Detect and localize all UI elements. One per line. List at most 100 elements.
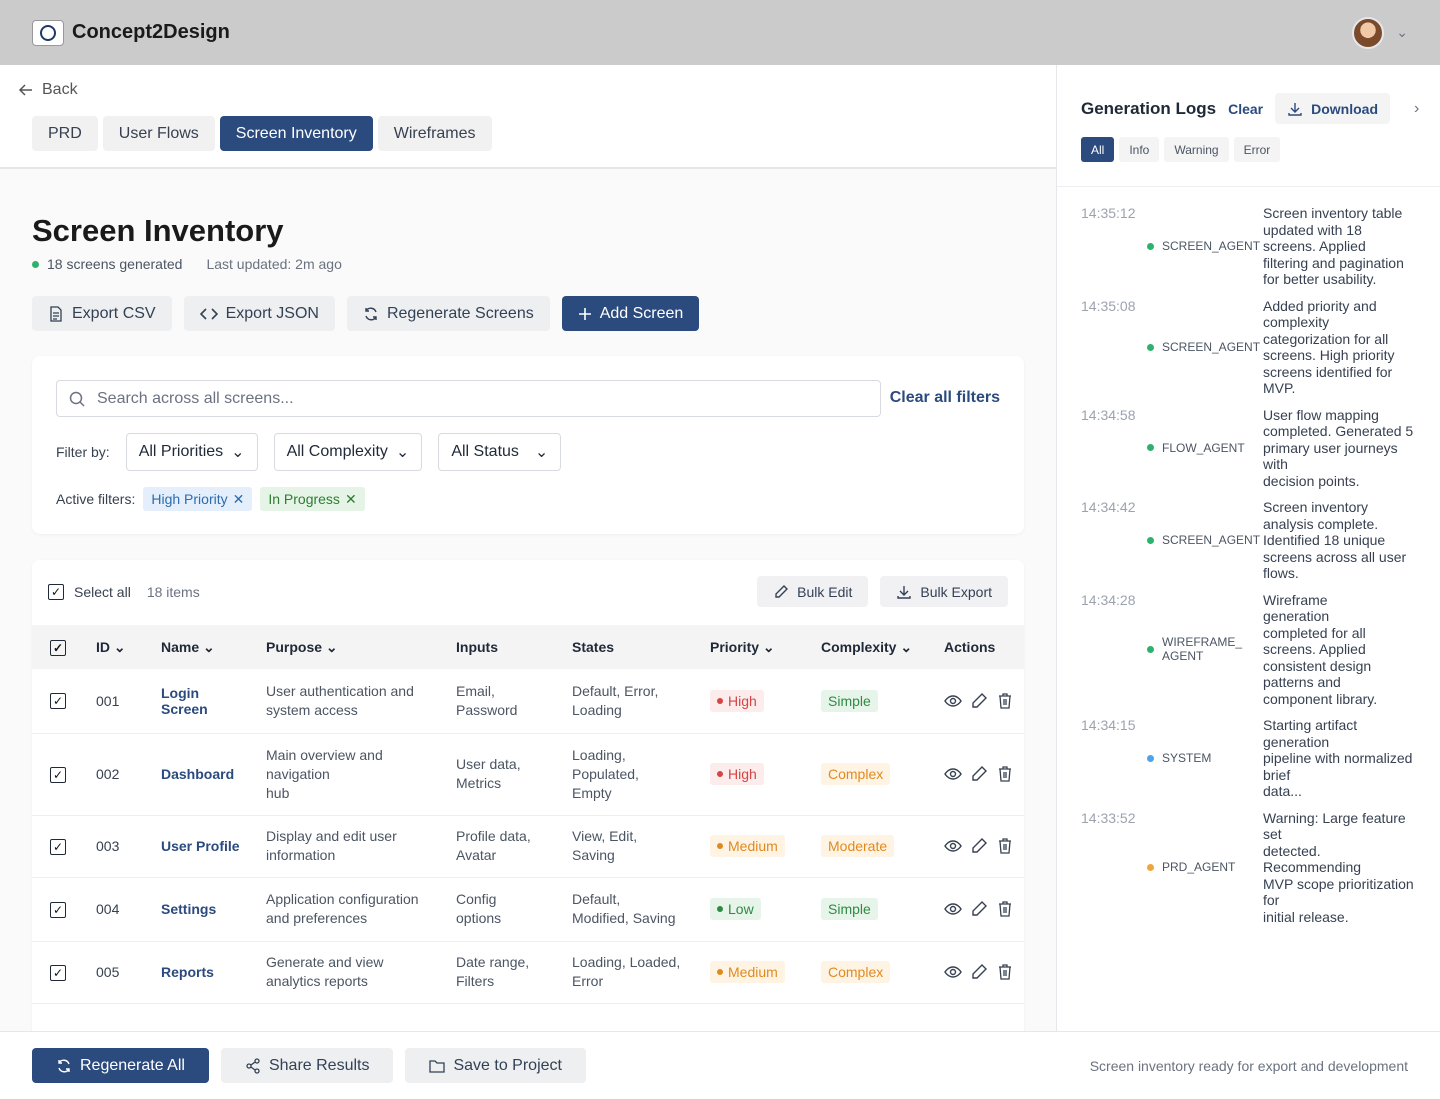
save-to-project-button[interactable]: Save to Project xyxy=(405,1048,586,1083)
chevron-right-icon[interactable]: › xyxy=(1414,100,1419,118)
tab-prd[interactable]: PRD xyxy=(32,116,98,151)
row-name-link[interactable]: Settings xyxy=(153,877,258,942)
tab-wireframes[interactable]: Wireframes xyxy=(377,116,492,151)
table-row[interactable]: ✓ 003 User Profile Display and edit user… xyxy=(32,815,1024,878)
close-icon[interactable]: ✕ xyxy=(345,491,357,508)
status-select[interactable]: All Status ⌄ xyxy=(438,433,562,471)
row-id: 005 xyxy=(88,941,153,1004)
eye-icon[interactable] xyxy=(944,692,962,710)
complexity-select[interactable]: All Complexity ⌄ xyxy=(273,433,423,471)
log-agent-label: SCREEN_AGENT xyxy=(1162,340,1261,354)
pencil-icon[interactable] xyxy=(970,900,988,918)
screens-table: ✓ ID ⌄ Name ⌄ Purpose ⌄ Inputs States Pr… xyxy=(32,625,1024,1004)
row-name-link[interactable]: Reports xyxy=(153,941,258,1004)
table-row[interactable]: ✓ 004 Settings Application configuration… xyxy=(32,877,1024,942)
refresh-icon xyxy=(365,307,377,320)
priority-select[interactable]: All Priorities ⌄ xyxy=(125,433,258,471)
trash-icon[interactable] xyxy=(996,900,1014,918)
tab-screen-inventory[interactable]: Screen Inventory xyxy=(219,116,373,151)
row-checkbox[interactable]: ✓ xyxy=(50,766,66,783)
trash-icon[interactable] xyxy=(996,765,1014,783)
back-label: Back xyxy=(42,81,78,98)
log-filter-tabs: All Info Warning Error xyxy=(1081,137,1281,162)
pencil-icon[interactable] xyxy=(970,963,988,981)
row-priority: Low xyxy=(702,877,813,942)
col-priority-label: Priority xyxy=(710,638,760,655)
chip-label: High Priority xyxy=(151,491,228,507)
app-logo[interactable] xyxy=(32,19,64,46)
page-title: Screen Inventory xyxy=(32,213,284,248)
chevron-down-icon[interactable]: ⌄ xyxy=(1396,24,1408,41)
priority-badge-label: Medium xyxy=(728,838,778,854)
log-time: 14:35:12 xyxy=(1081,205,1136,221)
row-checkbox[interactable]: ✓ xyxy=(50,964,66,981)
row-checkbox[interactable]: ✓ xyxy=(50,901,66,918)
status-dot xyxy=(32,260,39,268)
eye-icon[interactable] xyxy=(944,837,962,855)
logs-title: Generation Logs xyxy=(1081,98,1217,118)
complexity-badge: Simple xyxy=(821,689,878,712)
log-agent: SCREEN_AGENT xyxy=(1147,340,1263,354)
log-filter-all[interactable]: All xyxy=(1081,137,1115,162)
screens-table-card: ✓ Select all 18 items Bulk Edit Bulk Exp… xyxy=(32,560,1024,1031)
logs-download-button[interactable]: Download xyxy=(1275,93,1390,124)
pencil-icon[interactable] xyxy=(970,692,988,710)
logs-clear-link[interactable]: Clear xyxy=(1228,101,1263,117)
pencil-icon[interactable] xyxy=(970,837,988,855)
header-checkbox[interactable]: ✓ xyxy=(50,639,66,656)
col-name[interactable]: Name ⌄ xyxy=(153,625,258,669)
row-checkbox[interactable]: ✓ xyxy=(50,838,66,855)
priority-badge-label: Low xyxy=(728,901,754,917)
brand-name: Concept2Design xyxy=(72,21,230,43)
select-all-label: Select all xyxy=(74,584,131,600)
row-inputs: Config options xyxy=(448,877,564,942)
regenerate-all-button[interactable]: Regenerate All xyxy=(32,1048,209,1083)
close-icon[interactable]: ✕ xyxy=(233,491,245,508)
bulk-export-button[interactable]: Bulk Export xyxy=(880,576,1008,607)
clear-all-filters-link[interactable]: Clear all filters xyxy=(890,389,1000,407)
table-row[interactable]: ✓ 005 Reports Generate and view analytic… xyxy=(32,941,1024,1004)
eye-icon[interactable] xyxy=(944,765,962,783)
file-icon xyxy=(50,305,62,322)
bulk-edit-button[interactable]: Bulk Edit xyxy=(757,576,869,607)
row-name-link[interactable]: User Profile xyxy=(153,815,258,878)
eye-icon[interactable] xyxy=(944,963,962,981)
row-complexity: Simple xyxy=(813,877,936,942)
status-select-value: All Status xyxy=(451,443,519,460)
tab-user-flows[interactable]: User Flows xyxy=(102,116,215,151)
export-csv-button[interactable]: Export CSV xyxy=(32,296,172,331)
col-priority[interactable]: Priority ⌄ xyxy=(702,625,813,669)
table-row[interactable]: ✓ 002 Dashboard Main overview and naviga… xyxy=(32,733,1024,816)
trash-icon[interactable] xyxy=(996,692,1014,710)
avatar[interactable] xyxy=(1352,16,1385,49)
pencil-icon[interactable] xyxy=(970,765,988,783)
regenerate-screens-button[interactable]: Regenerate Screens xyxy=(346,296,550,331)
table-row[interactable]: ✓ 001 Login Screen User authentication a… xyxy=(32,669,1024,734)
add-screen-button[interactable]: Add Screen xyxy=(561,296,700,331)
row-checkbox[interactable]: ✓ xyxy=(50,693,66,710)
generated-count: 18 screens generated xyxy=(47,256,183,272)
col-id[interactable]: ID ⌄ xyxy=(88,625,153,669)
log-agent-label: WIREFRAME_ AGENT xyxy=(1162,635,1243,664)
log-filter-warning[interactable]: Warning xyxy=(1164,137,1229,162)
main-panel: Back PRD User Flows Screen Inventory Wir… xyxy=(0,65,1056,1031)
row-name-link[interactable]: Dashboard xyxy=(153,733,258,816)
log-agent: SYSTEM xyxy=(1147,751,1263,765)
select-all-checkbox[interactable]: ✓ xyxy=(48,584,64,600)
trash-icon[interactable] xyxy=(996,963,1014,981)
col-purpose[interactable]: Purpose ⌄ xyxy=(258,625,448,669)
eye-icon[interactable] xyxy=(944,900,962,918)
log-filter-error[interactable]: Error xyxy=(1233,137,1281,162)
row-priority: High xyxy=(702,733,813,816)
log-filter-info[interactable]: Info xyxy=(1119,137,1160,162)
export-json-button[interactable]: Export JSON xyxy=(183,296,335,331)
complexity-badge: Moderate xyxy=(821,835,895,857)
back-link[interactable]: Back xyxy=(18,81,78,99)
col-complexity[interactable]: Complexity ⌄ xyxy=(813,625,936,669)
search-input[interactable]: Search across all screens... xyxy=(56,380,881,417)
share-results-button[interactable]: Share Results xyxy=(220,1048,394,1083)
row-name-link[interactable]: Login Screen xyxy=(153,669,258,734)
trash-icon[interactable] xyxy=(996,837,1014,855)
top-bar: Concept2Design ⌄ xyxy=(0,0,1440,65)
priority-select-value: All Priorities xyxy=(138,443,224,460)
